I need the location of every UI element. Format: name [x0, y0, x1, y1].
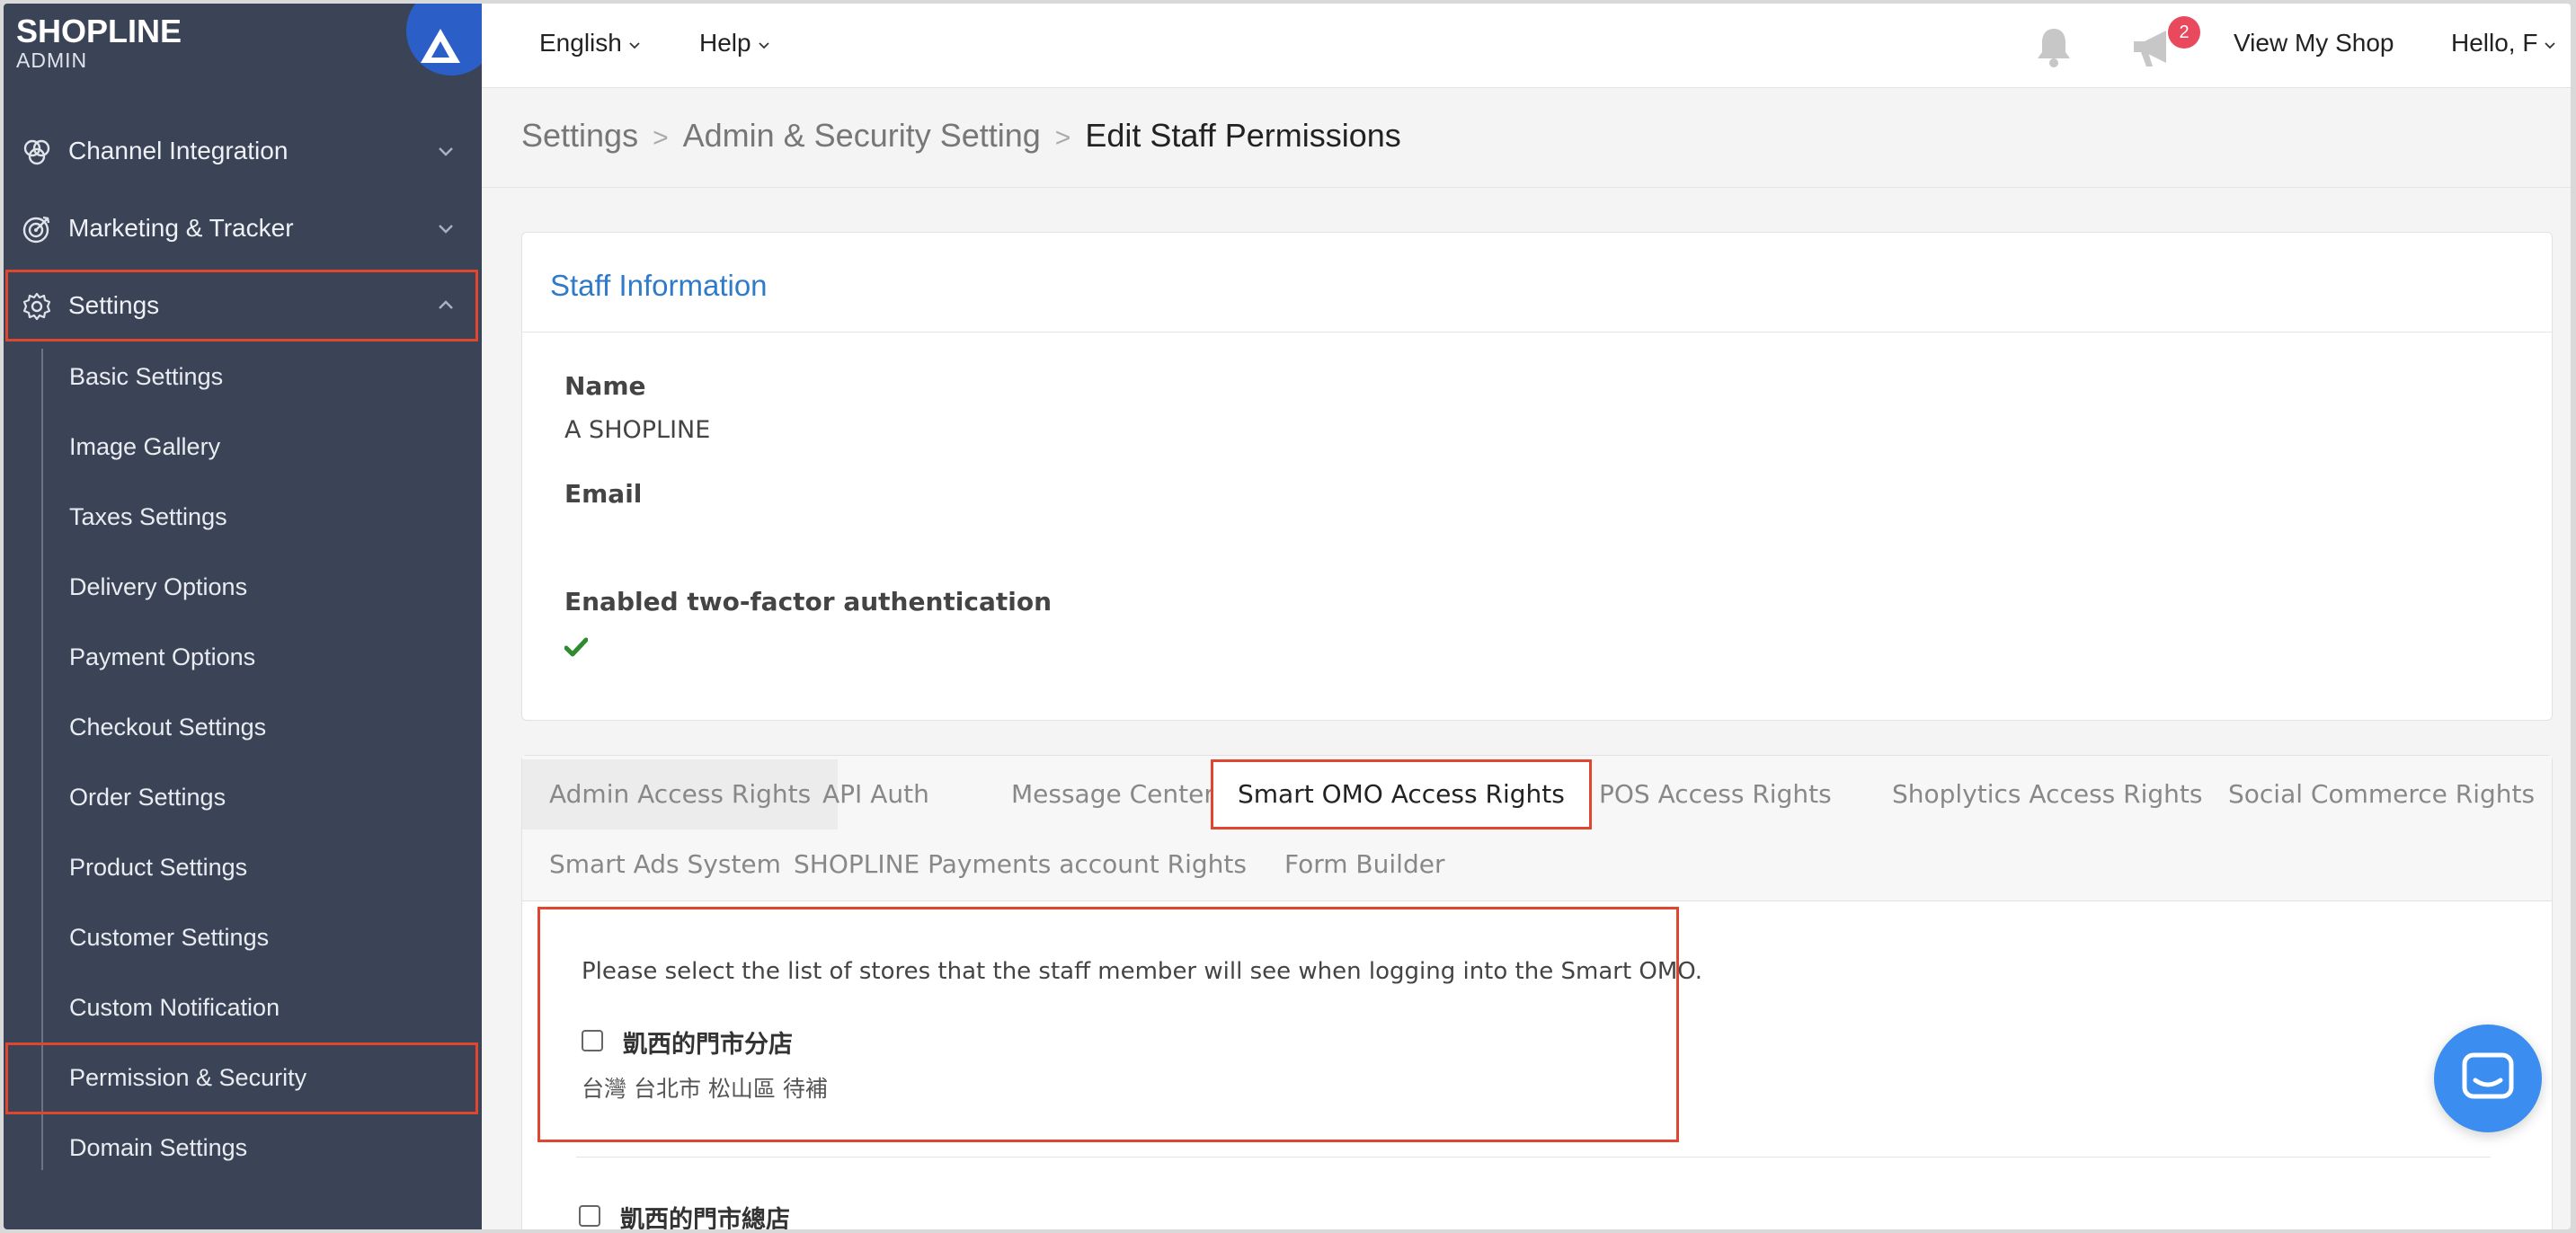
sidebar-subitem-delivery-options[interactable]: Delivery Options — [69, 573, 247, 601]
store-name: 凱西的門市分店 — [623, 1031, 793, 1059]
help-dropdown[interactable]: Help — [699, 29, 769, 58]
chevron-down-icon — [439, 147, 453, 156]
breadcrumb-current-page: Edit Staff Permissions — [1085, 117, 1401, 154]
mountain-logo-icon — [421, 29, 460, 63]
user-menu-dropdown[interactable]: Hello, F — [2451, 29, 2556, 58]
sidebar: SHOPLINE ADMIN Channel Integration Marke… — [4, 4, 496, 1229]
tab-pos-access-rights[interactable]: POS Access Rights — [1572, 759, 1859, 829]
tab-smart-omo-access-rights[interactable]: Smart OMO Access Rights — [1211, 759, 1592, 829]
sidebar-subitem-order-settings[interactable]: Order Settings — [69, 784, 226, 812]
chat-icon — [2462, 1052, 2514, 1099]
help-label: Help — [699, 29, 751, 57]
tab-shoplytics-access-rights[interactable]: Shoplytics Access Rights — [1865, 759, 2230, 829]
breadcrumb-settings[interactable]: Settings — [521, 117, 638, 154]
tab-shopline-payments-rights[interactable]: SHOPLINE Payments account Rights — [767, 829, 1274, 900]
checkmark-icon — [564, 637, 588, 657]
notification-count-badge: 2 — [2168, 16, 2200, 49]
breadcrumb-admin-security[interactable]: Admin & Security Setting — [683, 117, 1041, 154]
top-bar: English Help 2 View My Shop Hello, F — [482, 4, 2571, 88]
sidebar-subitem-product-settings[interactable]: Product Settings — [69, 854, 247, 882]
sidebar-subitem-checkout-settings[interactable]: Checkout Settings — [69, 714, 266, 741]
tab-admin-access-rights[interactable]: Admin Access Rights — [522, 759, 839, 829]
sidebar-subitem-basic-settings[interactable]: Basic Settings — [69, 363, 223, 391]
breadcrumb-divider — [482, 187, 2571, 188]
tabs-bar: Admin Access Rights API Auth Message Cen… — [522, 756, 2552, 901]
sidebar-subitem-customer-settings[interactable]: Customer Settings — [69, 924, 269, 952]
sidebar-item-label: Marketing & Tracker — [68, 214, 294, 242]
store-checkbox[interactable] — [579, 1205, 600, 1227]
breadcrumb-separator: > — [1054, 123, 1071, 153]
logo-subtitle: ADMIN — [16, 49, 88, 72]
permission-security-highlight-box — [5, 1042, 478, 1114]
tab-social-commerce-rights[interactable]: Social Commerce Rights — [2201, 759, 2562, 829]
tab-form-builder[interactable]: Form Builder — [1257, 829, 1471, 900]
settings-highlight-box — [5, 270, 478, 342]
sidebar-subitem-taxes-settings[interactable]: Taxes Settings — [69, 503, 227, 531]
chevron-down-icon — [629, 41, 640, 49]
store-address: 台灣 台北市 松山區 待補 — [582, 1076, 828, 1102]
chevron-down-icon — [2545, 41, 2556, 49]
name-label: Name — [564, 371, 646, 401]
tab-message-center[interactable]: Message Center — [984, 759, 1241, 829]
channel-integration-icon — [23, 139, 50, 165]
language-dropdown[interactable]: English — [539, 29, 640, 58]
sidebar-subitem-payment-options[interactable]: Payment Options — [69, 643, 255, 671]
staff-information-card: Staff Information Name A SHOPLINE Email … — [521, 232, 2553, 721]
store-divider — [576, 1157, 2491, 1158]
name-value: A SHOPLINE — [564, 416, 711, 444]
smart-omo-store-selection: Please select the list of stores that th… — [537, 907, 1702, 1142]
store-checkbox[interactable] — [582, 1030, 603, 1051]
view-my-shop-link[interactable]: View My Shop — [2234, 29, 2394, 58]
sidebar-item-channel-integration[interactable]: Channel Integration — [4, 115, 482, 187]
user-greeting: Hello, F — [2451, 29, 2538, 57]
language-label: English — [539, 29, 622, 57]
store-name: 凱西的門市總店 — [620, 1206, 790, 1229]
tab-smart-ads-system[interactable]: Smart Ads System — [522, 829, 808, 900]
live-chat-button[interactable] — [2434, 1025, 2542, 1132]
card-title: Staff Information — [550, 269, 768, 302]
sidebar-item-marketing-tracker[interactable]: Marketing & Tracker — [4, 192, 482, 264]
two-factor-label: Enabled two-factor authentication — [564, 587, 1053, 616]
logo-brand: SHOPLINE — [16, 13, 182, 49]
app-window: SHOPLINE ADMIN Channel Integration Marke… — [4, 4, 2571, 1229]
sidebar-subitem-domain-settings[interactable]: Domain Settings — [69, 1134, 247, 1162]
chevron-down-icon — [758, 41, 769, 49]
sidebar-subitem-custom-notification[interactable]: Custom Notification — [69, 994, 280, 1022]
breadcrumb-separator: > — [653, 123, 669, 153]
tab-api-auth[interactable]: API Auth — [795, 759, 956, 829]
smart-omo-description: Please select the list of stores that th… — [582, 958, 1702, 985]
target-icon — [22, 216, 50, 244]
sidebar-item-label: Channel Integration — [68, 137, 289, 164]
card-divider — [522, 332, 2552, 333]
email-label: Email — [564, 479, 643, 509]
chevron-down-icon — [439, 225, 453, 234]
sidebar-subitem-image-gallery[interactable]: Image Gallery — [69, 433, 220, 461]
breadcrumb: Settings > Admin & Security Setting > Edit S… — [521, 117, 1401, 155]
access-rights-panel: Admin Access Rights API Auth Message Cen… — [521, 755, 2553, 1229]
bell-icon[interactable] — [2033, 25, 2074, 68]
shopline-logo[interactable]: SHOPLINE ADMIN — [16, 13, 182, 73]
